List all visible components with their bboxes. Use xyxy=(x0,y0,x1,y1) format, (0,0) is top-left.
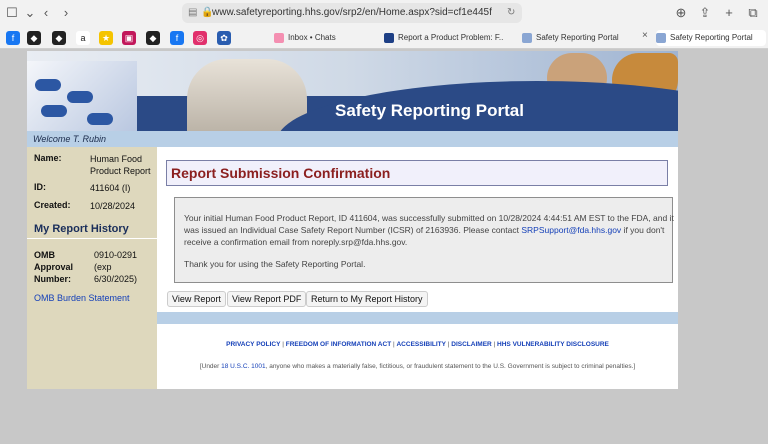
accessibility-link[interactable]: ACCESSIBILITY xyxy=(396,341,445,348)
url-text: www.safetyreporting.hhs.gov/srp2/en/Home… xyxy=(212,7,492,18)
my-report-history-link[interactable]: My Report History xyxy=(34,223,129,235)
forward-icon[interactable]: › xyxy=(58,5,74,21)
amazon-icon[interactable]: a xyxy=(76,31,90,45)
usc-link[interactable]: 18 U.S.C. 1001 xyxy=(221,363,265,370)
created-row: Created: 10/28/2024 xyxy=(34,200,154,212)
legal-notice: [Under 18 U.S.C. 1001, anyone who makes … xyxy=(199,363,636,370)
omb-value: 0910-0291 (exp 6/30/2025) xyxy=(94,250,138,284)
name-value: Human Food Product Report xyxy=(90,154,151,176)
footer-links: PRIVACY POLICY | FREEDOM OF INFORMATION … xyxy=(226,341,609,348)
close-tab-icon[interactable]: × xyxy=(642,30,648,41)
page-content: Safety Reporting Portal Welcome T. Rubin… xyxy=(27,51,678,389)
tab-overview-icon[interactable]: ⧉ xyxy=(745,5,761,21)
id-row: ID: 411604 (I) xyxy=(34,182,154,194)
created-value: 10/28/2024 xyxy=(90,201,136,211)
new-tab-icon[interactable]: + xyxy=(721,5,737,21)
omb-row: OMB Approval Number: 0910-0291 (exp 6/30… xyxy=(34,249,154,285)
welcome-text: Welcome T. Rubin xyxy=(33,134,107,144)
main-content: Report Submission Confirmation Your init… xyxy=(157,147,678,389)
privacy-policy-link[interactable]: PRIVACY POLICY xyxy=(226,341,280,348)
name-label: Name: xyxy=(34,153,62,163)
divider xyxy=(27,238,157,239)
sidebar-toggle-icon[interactable]: ☐ xyxy=(4,5,20,21)
facebook-icon[interactable]: f xyxy=(6,31,20,45)
download-icon[interactable]: ⊕ xyxy=(673,5,689,21)
messenger-icon xyxy=(274,32,284,43)
bookmark-icon[interactable]: ✿ xyxy=(217,31,231,45)
confirmation-message: Your initial Human Food Product Report, … xyxy=(174,197,674,283)
bookmark-icon[interactable]: ◆ xyxy=(52,31,66,45)
view-report-pdf-button[interactable]: View Report PDF xyxy=(227,291,307,307)
omb-label: OMB Approval Number: xyxy=(34,250,74,284)
confirmation-text: Your initial Human Food Product Report, … xyxy=(184,213,674,247)
portal-icon xyxy=(522,32,532,43)
id-value: 411604 (I) xyxy=(90,183,131,193)
share-icon[interactable]: ⇪ xyxy=(697,5,713,21)
return-history-button[interactable]: Return to My Report History xyxy=(306,291,428,307)
footer-divider xyxy=(157,312,678,324)
bookmarks-bar: f ◆ ◆ a ★ ▣ ◆ f ◎ ✿ Inbox • Chats Report… xyxy=(0,28,768,49)
tab-safety-portal[interactable]: Safety Reporting Portal xyxy=(522,30,632,46)
facebook-icon[interactable]: f xyxy=(170,31,184,45)
foia-link[interactable]: FREEDOM OF INFORMATION ACT xyxy=(286,341,391,348)
bookmark-icon[interactable]: ◆ xyxy=(27,31,41,45)
chevron-down-icon[interactable]: ⌄ xyxy=(22,5,38,21)
sidebar: Name: Human Food Product Report ID: 4116… xyxy=(27,147,157,389)
welcome-bar: Welcome T. Rubin xyxy=(27,131,678,147)
back-icon[interactable]: ‹ xyxy=(38,5,54,21)
support-email-link[interactable]: SRPSupport@fda.hhs.gov xyxy=(521,225,621,235)
reload-icon[interactable]: ↻ xyxy=(507,3,515,23)
page-title: Report Submission Confirmation xyxy=(171,165,391,181)
fda-icon xyxy=(384,32,394,43)
view-report-button[interactable]: View Report xyxy=(167,291,226,307)
omb-burden-link[interactable]: OMB Burden Statement xyxy=(34,293,130,303)
tab-safety-portal-active[interactable]: Safety Reporting Portal xyxy=(656,30,766,46)
portal-icon xyxy=(656,32,666,43)
created-label: Created: xyxy=(34,200,71,210)
pills-image xyxy=(27,61,137,131)
doctor-image xyxy=(187,59,307,131)
address-bar[interactable]: ▤ 🔒 www.safetyreporting.hhs.gov/srp2/en/… xyxy=(182,3,522,23)
disclaimer-link[interactable]: DISCLAIMER xyxy=(451,341,491,348)
browser-toolbar: ☐ ⌄ ‹ › ▤ 🔒 www.safetyreporting.hhs.gov/… xyxy=(0,0,768,29)
tab-inbox[interactable]: Inbox • Chats xyxy=(274,30,374,46)
thanks-text: Thank you for using the Safety Reporting… xyxy=(184,259,366,269)
bookmark-icon[interactable]: ◆ xyxy=(146,31,160,45)
bookmark-icon[interactable]: ▣ xyxy=(122,31,136,45)
star-icon[interactable]: ★ xyxy=(99,31,113,45)
id-label: ID: xyxy=(34,182,46,192)
banner-title: Safety Reporting Portal xyxy=(335,101,524,120)
site-banner: Safety Reporting Portal xyxy=(27,51,678,131)
page-settings-icon[interactable]: ▤ xyxy=(188,3,197,23)
confirmation-header: Report Submission Confirmation xyxy=(166,160,668,186)
instagram-icon[interactable]: ◎ xyxy=(193,31,207,45)
vulnerability-disclosure-link[interactable]: HHS VULNERABILITY DISCLOSURE xyxy=(497,341,609,348)
tab-report-problem[interactable]: Report a Product Problem: F... xyxy=(384,30,504,46)
name-row: Name: Human Food Product Report xyxy=(34,153,154,179)
